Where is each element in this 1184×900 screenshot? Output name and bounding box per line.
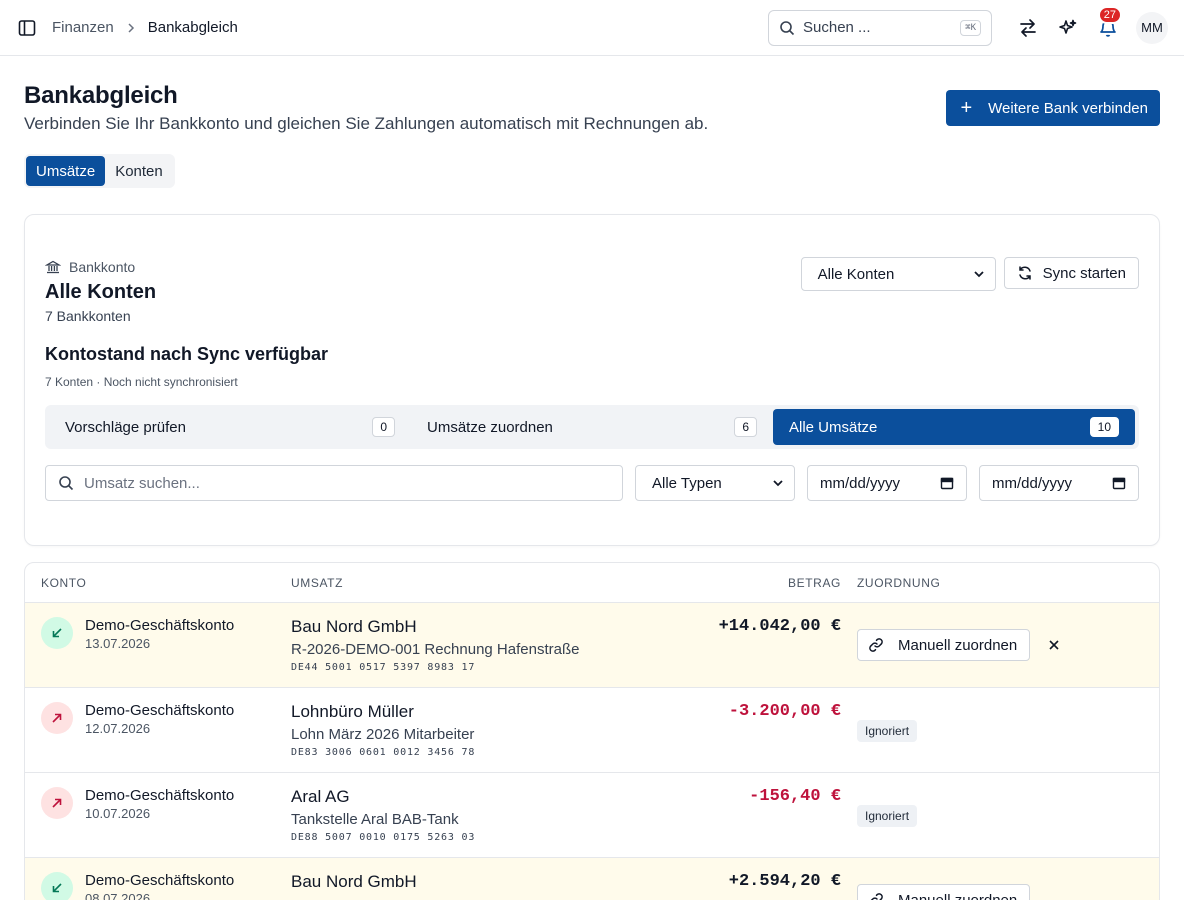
refresh-icon bbox=[1018, 266, 1031, 280]
row-account: Demo-Geschäftskonto bbox=[85, 617, 235, 634]
row-date: 13.07.2026 bbox=[85, 636, 151, 651]
balance-title: Kontostand nach Sync verfügbar bbox=[45, 344, 329, 364]
column-assignment[interactable]: ZUORDNUNG bbox=[851, 576, 1159, 590]
account-count: 7 Bankkonten bbox=[45, 308, 131, 324]
table-row[interactable]: Demo-Geschäftskonto 10.07.2026 Aral AG T… bbox=[25, 773, 1159, 858]
search-placeholder: Suchen ... bbox=[803, 19, 871, 36]
tab-transactions[interactable]: Umsätze bbox=[26, 156, 106, 186]
chevron-down-icon bbox=[973, 271, 984, 278]
sparkles-icon[interactable] bbox=[1048, 8, 1088, 48]
row-party: Bau Nord GmbH bbox=[291, 617, 417, 636]
status-badge: Ignoriert bbox=[857, 720, 918, 742]
status-badge: Ignoriert bbox=[857, 805, 918, 827]
breadcrumb-parent[interactable]: Finanzen bbox=[52, 19, 114, 36]
segment-count: 6 bbox=[734, 417, 757, 437]
row-purpose: R-2026-DEMO-001 Rechnung Hafenstraße bbox=[291, 641, 580, 658]
row-party: Aral AG bbox=[291, 787, 350, 806]
link-icon bbox=[869, 638, 883, 652]
bank-icon bbox=[45, 260, 61, 274]
breadcrumb-current: Bankabgleich bbox=[147, 19, 238, 36]
close-icon[interactable] bbox=[1046, 637, 1062, 653]
global-search[interactable]: Suchen ... ⌘K bbox=[768, 9, 992, 46]
transaction-filter-segments: Vorschläge prüfen 0 Umsätze zuordnen 6 A… bbox=[45, 405, 1139, 449]
chevron-right-icon bbox=[124, 21, 138, 35]
filter-bar: Umsatz suchen... Alle Typen mm/dd/yyyy m… bbox=[45, 465, 1139, 501]
row-date: 12.07.2026 bbox=[85, 721, 151, 736]
table-row[interactable]: Demo-Geschäftskonto 12.07.2026 Lohnbüro … bbox=[25, 688, 1159, 773]
incoming-arrow-icon bbox=[41, 617, 73, 649]
date-from-input[interactable]: mm/dd/yyyy bbox=[807, 465, 967, 501]
search-icon bbox=[59, 476, 74, 491]
top-bar-actions: Suchen ... ⌘K 27 MM bbox=[768, 5, 1168, 48]
transaction-search-input[interactable]: Umsatz suchen... bbox=[45, 465, 623, 501]
segment-count: 10 bbox=[1089, 417, 1119, 437]
segment-review-suggestions[interactable]: Vorschläge prüfen 0 bbox=[49, 409, 411, 445]
table-header: KONTO UMSATZ BETRAG ZUORDNUNG bbox=[25, 563, 1159, 603]
switch-arrows-icon[interactable] bbox=[1008, 8, 1048, 48]
link-icon bbox=[870, 893, 883, 900]
row-purpose: Lohn März 2026 Mitarbeiter bbox=[291, 726, 475, 743]
avatar[interactable]: MM bbox=[1136, 11, 1168, 44]
calendar-icon bbox=[940, 477, 954, 490]
incoming-arrow-icon bbox=[41, 872, 73, 900]
connect-bank-label: Weitere Bank verbinden bbox=[988, 99, 1148, 117]
type-select[interactable]: Alle Typen bbox=[635, 465, 795, 501]
row-amount: +2.594,20 € bbox=[728, 872, 841, 891]
balance-subtitle: 7 Konten · Noch nicht synchronisiert bbox=[45, 375, 238, 389]
segment-count: 0 bbox=[372, 417, 395, 437]
main-content: Bankabgleich Verbinden Sie Ihr Bankkonto… bbox=[0, 56, 1184, 900]
row-amount: -156,40 € bbox=[749, 787, 841, 806]
row-purpose: Tankstelle Aral BAB-Tank bbox=[291, 811, 459, 828]
row-date: 08.07.2026 bbox=[85, 891, 151, 900]
page-title: Bankabgleich bbox=[24, 82, 178, 109]
row-account: Demo-Geschäftskonto bbox=[85, 787, 235, 804]
chevron-down-icon bbox=[773, 480, 783, 487]
row-iban: DE44 5001 0517 5397 8983 17 bbox=[291, 662, 476, 673]
row-account: Demo-Geschäftskonto bbox=[85, 702, 235, 719]
table-row[interactable]: Demo-Geschäftskonto 08.07.2026 Bau Nord … bbox=[25, 858, 1159, 900]
manual-assign-button[interactable]: Manuell zuordnen bbox=[857, 629, 1031, 661]
top-bar: Finanzen Bankabgleich Suchen ... ⌘K 27 M… bbox=[0, 0, 1184, 56]
row-party: Lohnbüro Müller bbox=[291, 702, 414, 721]
connect-bank-button[interactable]: + Weitere Bank verbinden bbox=[946, 90, 1160, 126]
notification-count-badge: 27 bbox=[1097, 5, 1122, 24]
sync-button[interactable]: Sync starten bbox=[1003, 257, 1139, 289]
outgoing-arrow-icon bbox=[41, 702, 73, 734]
search-shortcut: ⌘K bbox=[960, 19, 981, 36]
account-name: Alle Konten bbox=[45, 281, 157, 303]
tab-accounts[interactable]: Konten bbox=[105, 156, 173, 186]
manual-assign-button[interactable]: Manuell zuordnen bbox=[857, 884, 1031, 900]
sidebar-toggle-icon[interactable] bbox=[18, 19, 36, 37]
row-party: Bau Nord GmbH bbox=[291, 872, 417, 891]
transactions-table: KONTO UMSATZ BETRAG ZUORDNUNG Demo-Gesch… bbox=[24, 562, 1160, 900]
row-amount: +14.042,00 € bbox=[718, 617, 841, 636]
account-card: Bankkonto Alle Konten 7 Bankkonten Konto… bbox=[24, 214, 1160, 546]
table-row[interactable]: Demo-Geschäftskonto 13.07.2026 Bau Nord … bbox=[25, 603, 1159, 688]
row-account: Demo-Geschäftskonto bbox=[85, 872, 235, 889]
segment-all-transactions[interactable]: Alle Umsätze 10 bbox=[773, 409, 1135, 445]
account-label: Bankkonto bbox=[45, 259, 328, 275]
row-iban: DE88 5007 0010 0175 5263 03 bbox=[291, 832, 476, 843]
account-select[interactable]: Alle Konten bbox=[800, 257, 996, 291]
row-iban: DE83 3006 0601 0012 3456 78 bbox=[291, 747, 476, 758]
column-amount[interactable]: BETRAG bbox=[581, 576, 851, 590]
calendar-icon bbox=[1112, 477, 1126, 490]
column-account[interactable]: KONTO bbox=[25, 576, 291, 590]
outgoing-arrow-icon bbox=[41, 787, 73, 819]
page-header: Bankabgleich Verbinden Sie Ihr Bankkonto… bbox=[24, 82, 1160, 134]
bell-icon[interactable]: 27 bbox=[1088, 5, 1128, 48]
view-tabs: Umsätze Konten bbox=[24, 154, 175, 188]
column-transaction[interactable]: UMSATZ bbox=[291, 576, 581, 590]
row-date: 10.07.2026 bbox=[85, 806, 151, 821]
row-amount: -3.200,00 € bbox=[728, 702, 841, 721]
search-icon bbox=[780, 20, 795, 35]
date-to-input[interactable]: mm/dd/yyyy bbox=[979, 465, 1139, 501]
page-subtitle: Verbinden Sie Ihr Bankkonto und gleichen… bbox=[24, 114, 709, 133]
plus-icon: + bbox=[960, 97, 973, 119]
segment-assign-transactions[interactable]: Umsätze zuordnen 6 bbox=[411, 409, 773, 445]
account-controls: Alle Konten Sync starten bbox=[800, 257, 1139, 389]
